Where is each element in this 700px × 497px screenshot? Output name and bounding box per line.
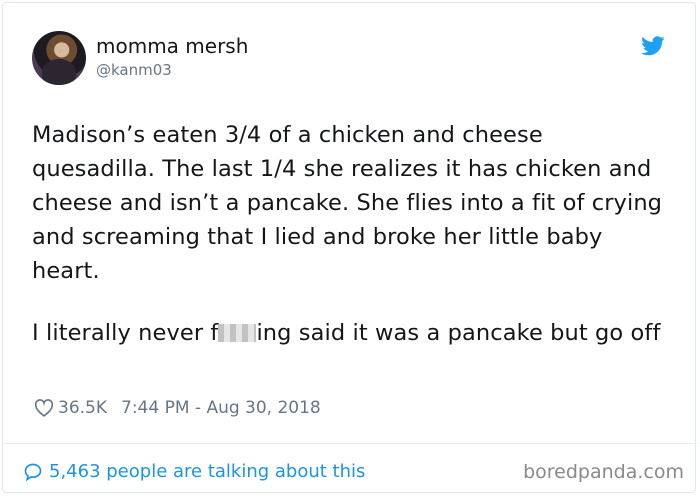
author-name[interactable]: momma mersh [96, 34, 248, 58]
censor-blur [218, 324, 257, 342]
tweet-text: Madison’s eaten 3/4 of a chicken and che… [32, 118, 672, 350]
tweet-paragraph-2-end: ing said it was a pancake but go off [256, 320, 661, 346]
tweet-paragraph-2: I literally never f ing said it was a pan… [32, 316, 672, 350]
talking-text[interactable]: 5,463 people are talking about this [49, 461, 365, 482]
author-handle[interactable]: @kanm03 [96, 61, 172, 79]
like-count[interactable]: 36.5K [58, 398, 107, 418]
timestamp[interactable]: 7:44 PM - Aug 30, 2018 [121, 398, 321, 418]
watermark: boredpanda.com [523, 461, 684, 483]
tweet-meta: 36.5K 7:44 PM - Aug 30, 2018 [34, 398, 321, 418]
speech-bubble-icon [24, 463, 42, 481]
twitter-bird-icon[interactable] [641, 36, 665, 56]
heart-icon[interactable] [34, 399, 54, 417]
tweet-paragraph-2-start: I literally never f [32, 320, 219, 346]
divider [3, 443, 697, 444]
talking-link[interactable]: 5,463 people are talking about this [23, 461, 365, 482]
tweet-paragraph-1: Madison’s eaten 3/4 of a chicken and che… [32, 122, 670, 284]
avatar[interactable] [32, 31, 86, 85]
